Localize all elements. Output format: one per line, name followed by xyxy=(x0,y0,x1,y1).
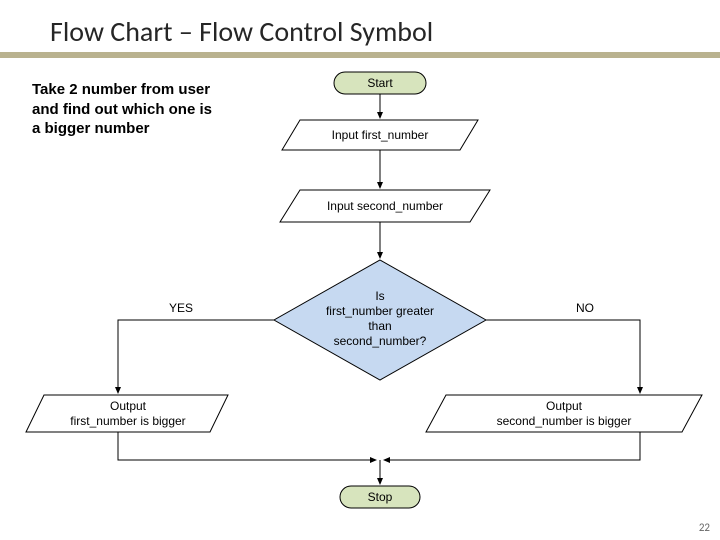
start-label: Start xyxy=(367,76,393,90)
decision-l3: than xyxy=(368,319,391,333)
decision-l2: first_number greater xyxy=(326,304,434,318)
arrow-out1-merge xyxy=(118,432,376,460)
output-second-l2: second_number is bigger xyxy=(497,414,632,428)
stop-label: Stop xyxy=(368,490,393,504)
output-second-l1: Output xyxy=(546,399,583,413)
output-first-l1: Output xyxy=(110,399,147,413)
arrow-yes xyxy=(118,320,274,393)
no-label: NO xyxy=(576,301,594,315)
yes-label: YES xyxy=(169,301,193,315)
flowchart-canvas: Start Input first_number Input second_nu… xyxy=(0,0,720,540)
decision-l1: Is xyxy=(375,289,384,303)
arrow-out2-merge xyxy=(384,432,640,460)
decision-l4: second_number? xyxy=(334,334,427,348)
input-second-label: Input second_number xyxy=(327,199,443,213)
output-first-l2: first_number is bigger xyxy=(70,414,185,428)
input-first-label: Input first_number xyxy=(332,128,429,142)
arrow-no xyxy=(486,320,640,393)
